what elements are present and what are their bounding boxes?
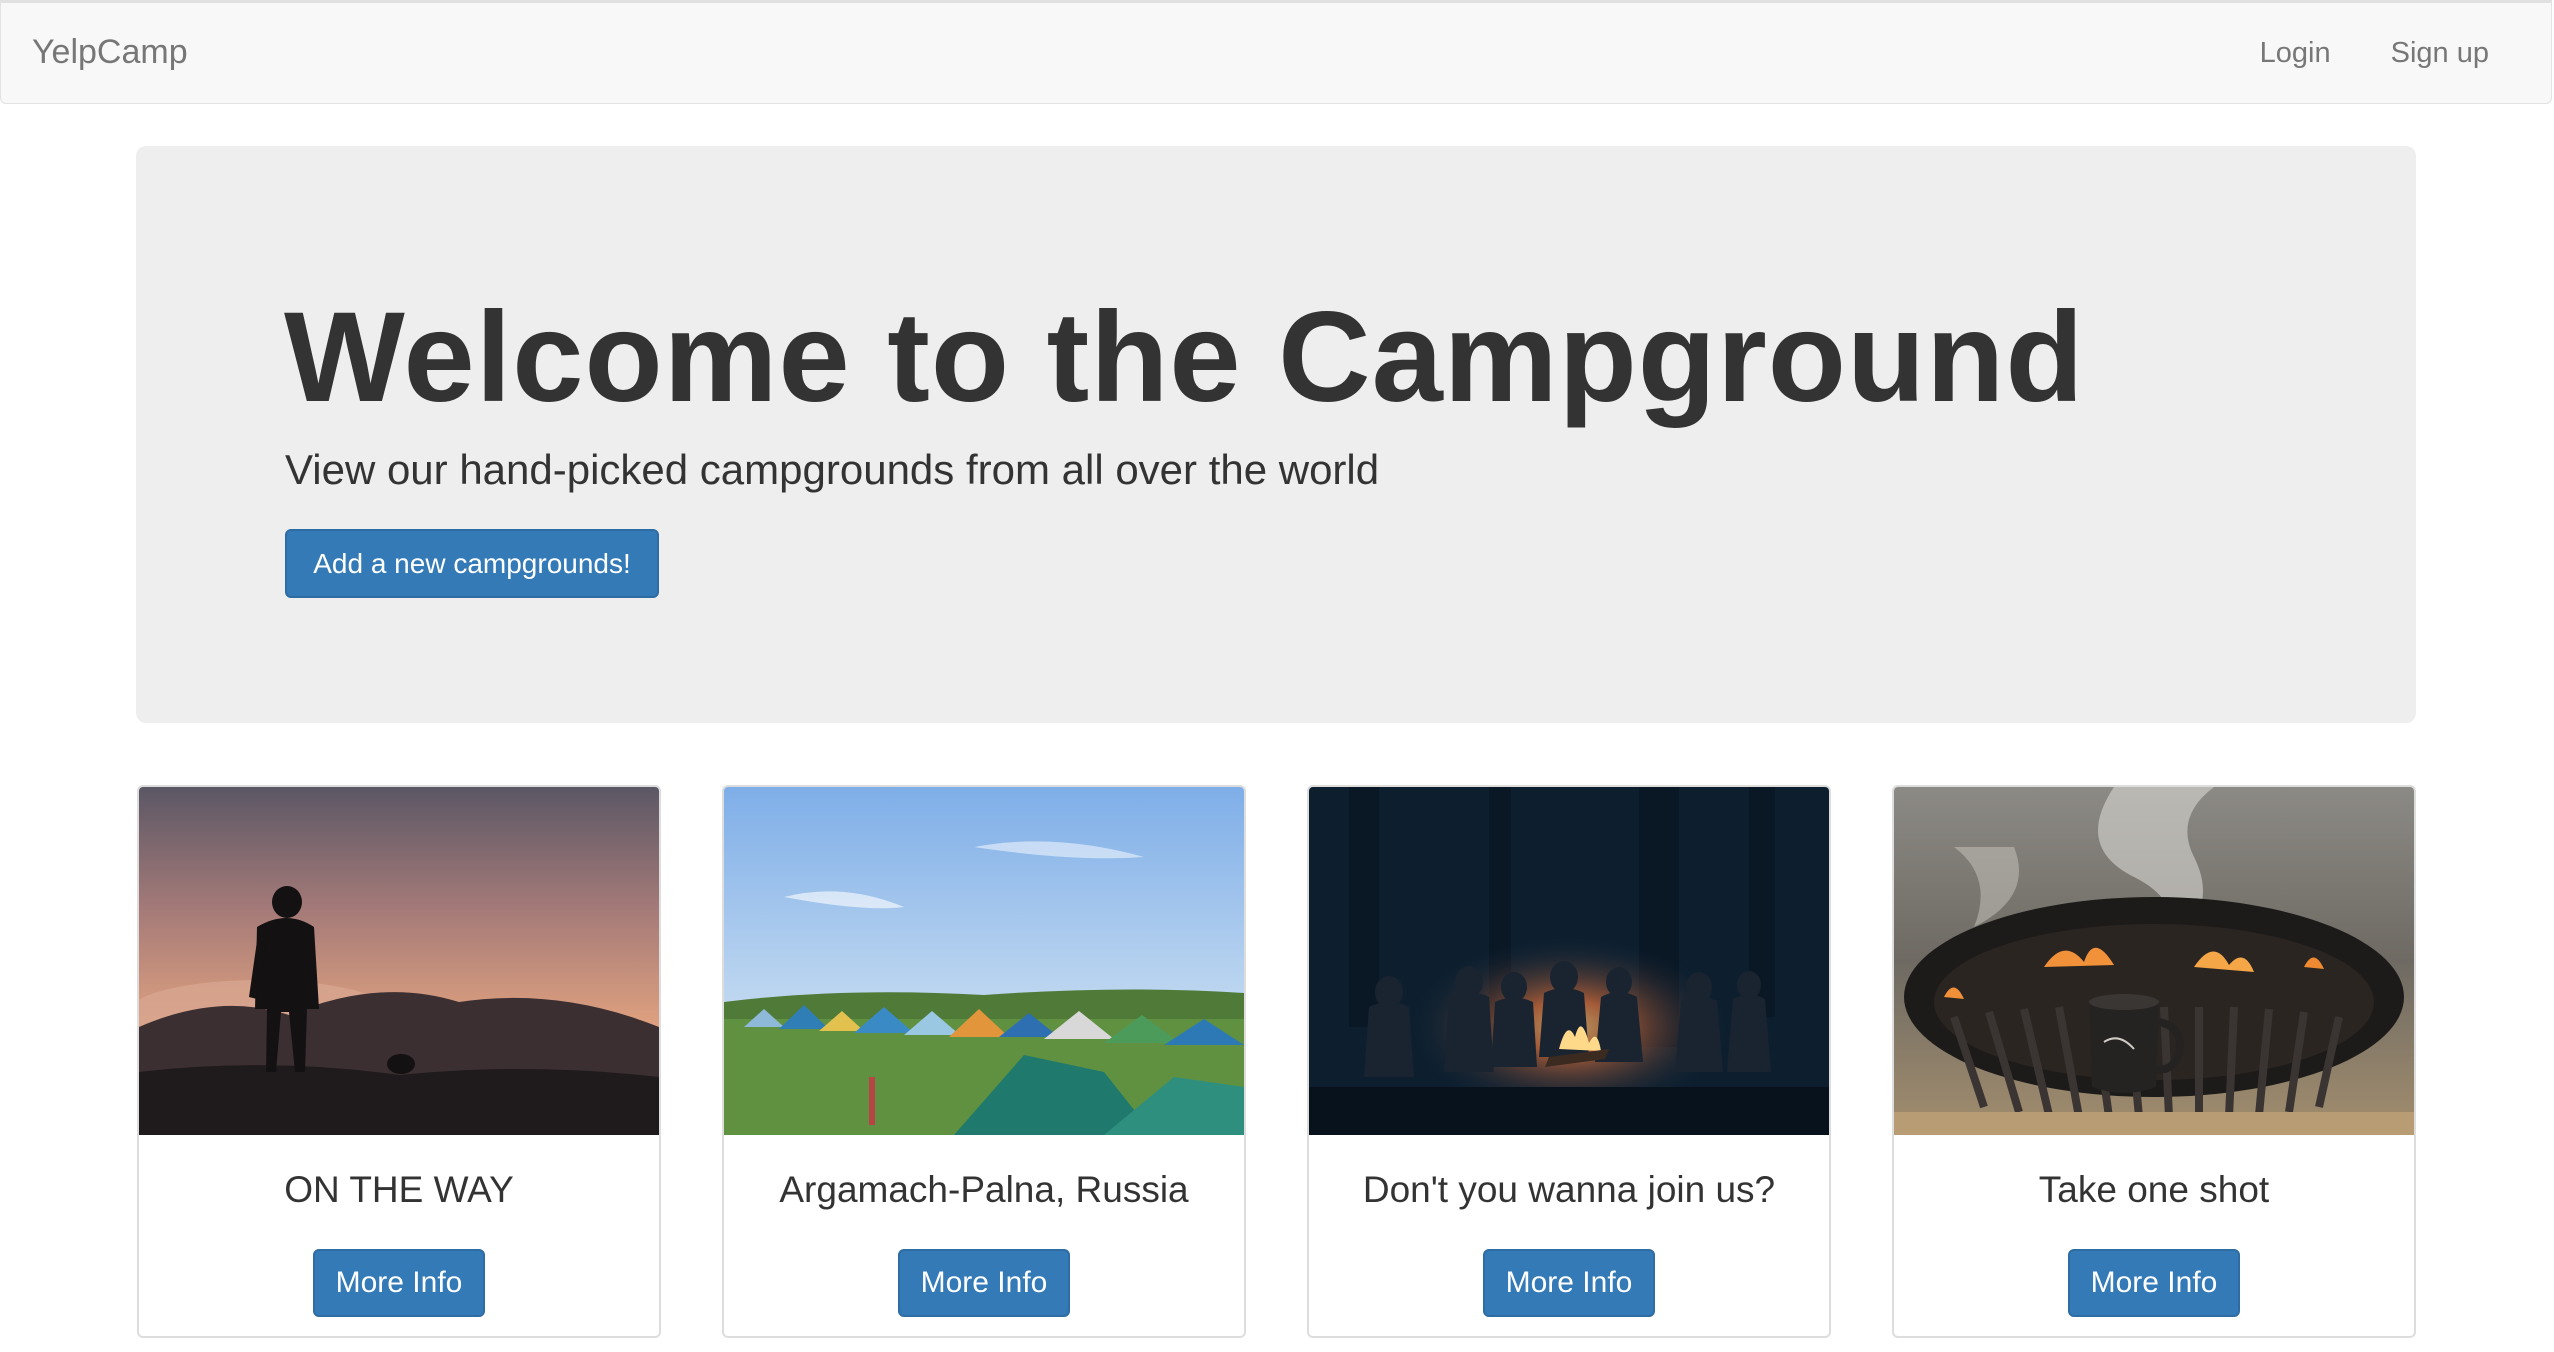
jumbotron: Welcome to the Campground View our hand-… [136,146,2416,723]
campground-card: ON THE WAY More Info [137,785,661,1338]
more-info-button[interactable]: More Info [2068,1249,2240,1317]
grill-fire-image [1894,787,2414,1135]
brand-link[interactable]: YelpCamp [32,33,188,72]
campground-card: Take one shot More Info [1892,785,2416,1338]
campground-card: Don't you wanna join us? More Info [1307,785,1831,1338]
campfire-night-image [1309,787,1829,1135]
campground-image-grill[interactable] [1894,787,2414,1135]
login-link[interactable]: Login [2260,37,2331,70]
signup-link[interactable]: Sign up [2391,37,2489,70]
navbar-right: Login Sign up [2260,37,2489,70]
campground-image-hiker[interactable] [139,787,659,1135]
more-info-button[interactable]: More Info [313,1249,485,1317]
campground-name: Take one shot [2038,1169,2270,1210]
page-title: Welcome to the Campground [284,286,2085,429]
campground-image-campfire[interactable] [1309,787,1829,1135]
navbar: YelpCamp Login Sign up [0,0,2552,104]
page-subtitle: View our hand-picked campgrounds from al… [285,446,1380,493]
more-info-button[interactable]: More Info [1483,1249,1655,1317]
hiker-silhouette-image [139,787,659,1135]
more-info-button[interactable]: More Info [898,1249,1070,1317]
tents-field-image [724,787,1244,1135]
campground-name: Argamach-Palna, Russia [779,1169,1189,1210]
campground-image-tents[interactable] [724,787,1244,1135]
campground-name: ON THE WAY [284,1169,514,1210]
campground-name: Don't you wanna join us? [1362,1169,1776,1210]
add-campground-button[interactable]: Add a new campgrounds! [285,529,659,598]
campground-card: Argamach-Palna, Russia More Info [722,785,1246,1338]
